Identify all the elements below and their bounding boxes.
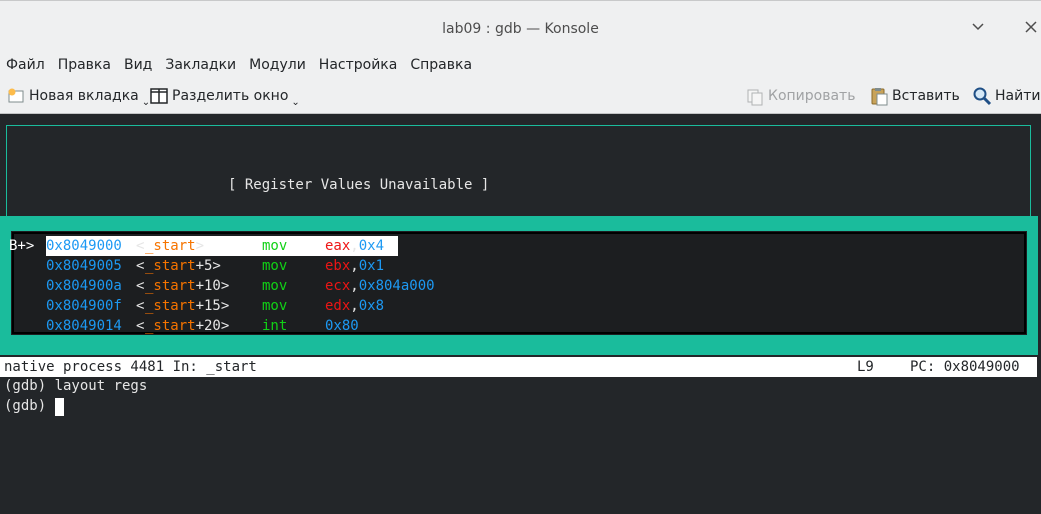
asm-address: 0x8049005 (46, 258, 122, 274)
command-line: (gdb) layout regs (4, 378, 148, 394)
asm-operand: 0x4 (358, 238, 385, 254)
asm-opcode: mov (262, 278, 288, 294)
asm-symbol-offset: +5> (195, 258, 221, 274)
toolbar: Новая вкладка ⌄ Разделить окно ⌄ Копиров… (0, 78, 1041, 114)
asm-comma: , (350, 278, 359, 294)
menu-bar: Файл Правка Вид Закладки Модули Настройк… (0, 52, 1041, 78)
asm-operand: 0x8 (358, 298, 385, 314)
asm-symbol-name: _start (145, 278, 196, 294)
asm-symbol-open: < (136, 298, 145, 314)
asm-symbol-name: _start (145, 258, 196, 274)
close-icon (1025, 21, 1037, 33)
paste-label: Вставить (892, 88, 960, 104)
asm-symbol-name: _start (145, 298, 196, 314)
asm-row: B+> 0x8049000 < _start > mov eax, 0x4 (9, 236, 1019, 256)
copy-icon (745, 86, 765, 106)
breakpoint-marker: B+> (9, 238, 35, 254)
menu-view[interactable]: Вид (124, 57, 152, 73)
asm-symbol-name: _start (145, 318, 196, 334)
menu-settings[interactable]: Настройка (319, 57, 398, 73)
split-view-button[interactable]: Разделить окно ⌄ (149, 84, 300, 108)
status-process: native process 4481 In: _start (4, 359, 257, 375)
menu-plugins[interactable]: Модули (249, 57, 306, 73)
split-view-icon (149, 86, 169, 106)
copy-button[interactable]: Копировать (745, 84, 855, 108)
asm-opcode: mov (262, 238, 288, 254)
copy-label: Копировать (768, 88, 856, 104)
close-button[interactable] (1021, 17, 1041, 37)
asm-symbol-offset: +20> (195, 318, 230, 334)
asm-row: 0x8049014 < _start +20> int 0x80 (9, 316, 1019, 336)
asm-symbol-open: < (136, 258, 145, 274)
find-label: Найти (995, 88, 1041, 104)
split-view-label: Разделить окно (172, 88, 289, 104)
asm-opcode: int (262, 318, 288, 334)
status-pc: PC: 0x8049000 (910, 359, 1020, 375)
asm-opcode: mov (262, 258, 288, 274)
new-tab-button[interactable]: Новая вкладка ⌄ (6, 84, 150, 108)
asm-symbol-open: < (136, 278, 145, 294)
menu-edit[interactable]: Правка (58, 57, 111, 73)
prompt-line: (gdb) (4, 398, 55, 414)
menu-bookmarks[interactable]: Закладки (165, 57, 236, 73)
menu-file[interactable]: Файл (6, 57, 45, 73)
asm-comma: , (350, 258, 359, 274)
asm-opcode: mov (262, 298, 288, 314)
asm-symbol-offset: +15> (195, 298, 230, 314)
asm-register: ebx (325, 258, 351, 274)
find-button[interactable]: Найти (972, 84, 1040, 108)
asm-comma: , (350, 238, 359, 254)
new-tab-label: Новая вкладка (29, 88, 139, 104)
asm-register: edx (325, 298, 351, 314)
search-icon (972, 86, 992, 106)
asm-symbol-open: < (136, 318, 145, 334)
asm-symbol-open: < (136, 238, 145, 254)
asm-row: 0x8049005 < _start +5> mov ebx, 0x1 (9, 256, 1019, 276)
asm-symbol-offset: > (195, 238, 205, 254)
asm-operand: 0x804a000 (358, 278, 435, 294)
terminal[interactable]: [ Register Values Unavailable ] B+> 0x804… (0, 114, 1041, 514)
register-panel (6, 125, 1031, 223)
asm-symbol-name: _start (145, 238, 196, 254)
split-view-dropdown-icon[interactable]: ⌄ (291, 97, 299, 108)
asm-register: eax (325, 238, 351, 254)
window-title: lab09 : gdb — Konsole (442, 21, 599, 37)
asm-row: 0x804900f < _start +15> mov edx, 0x8 (9, 296, 1019, 316)
chevron-down-icon (972, 23, 984, 31)
register-message: [ Register Values Unavailable ] (228, 177, 490, 193)
asm-symbol-offset: +10> (195, 278, 230, 294)
asm-operand: 0x1 (358, 258, 385, 274)
asm-address: 0x804900f (46, 298, 122, 314)
asm-row: 0x804900a < _start +10> mov ecx, 0x804a000 (9, 276, 1019, 296)
status-line-number: L9 (857, 359, 874, 375)
paste-icon (869, 86, 889, 106)
asm-register: ecx (325, 278, 351, 294)
asm-operand: 0x80 (325, 318, 359, 334)
minimize-button[interactable] (968, 17, 988, 37)
asm-address: 0x804900a (46, 278, 122, 294)
asm-address: 0x8049000 (46, 238, 122, 254)
paste-button[interactable]: Вставить (869, 84, 960, 108)
asm-comma: , (350, 298, 359, 314)
asm-address: 0x8049014 (46, 318, 122, 334)
menu-help[interactable]: Справка (410, 57, 472, 73)
text-cursor (55, 398, 64, 416)
title-bar: lab09 : gdb — Konsole (0, 0, 1041, 52)
new-tab-icon (6, 86, 26, 106)
status-line: native process 4481 In: _start L9 PC: 0x… (0, 357, 1037, 377)
